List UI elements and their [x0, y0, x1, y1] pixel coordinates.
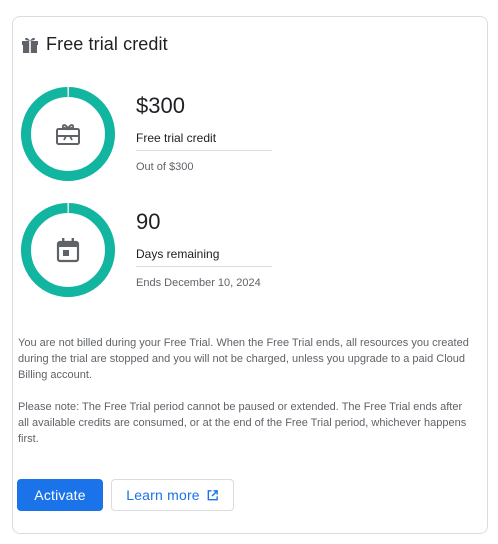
divider	[136, 150, 272, 151]
days-label: Days remaining	[136, 247, 220, 261]
trial-end-date: Ends December 10, 2024	[136, 277, 261, 289]
credit-info: $300 Free trial credit Out of $300	[136, 84, 274, 174]
divider	[136, 266, 272, 267]
learn-more-button[interactable]: Learn more	[111, 479, 234, 511]
credit-stat: $300 Free trial credit Out of $300	[18, 84, 458, 184]
days-count: 90	[136, 209, 161, 234]
credit-label: Free trial credit	[136, 131, 217, 145]
card-header: Free trial credit	[20, 34, 168, 55]
card-title: Free trial credit	[46, 34, 168, 54]
billing-note: You are not billed during your Free Tria…	[18, 337, 469, 381]
activate-button[interactable]: Activate	[17, 479, 103, 511]
trial-period-note: Please note: The Free Trial period canno…	[18, 401, 467, 445]
credit-amount: $300	[136, 93, 185, 118]
credit-total: Out of $300	[136, 161, 194, 173]
learn-more-label: Learn more	[126, 487, 200, 503]
days-info: 90 Days remaining Ends December 10, 2024	[136, 200, 274, 290]
gift-icon	[22, 37, 38, 53]
calendar-icon	[56, 238, 80, 263]
gift-card-icon	[56, 124, 80, 145]
days-stat: 90 Days remaining Ends December 10, 2024	[18, 200, 458, 300]
open-in-new-icon	[207, 489, 218, 500]
